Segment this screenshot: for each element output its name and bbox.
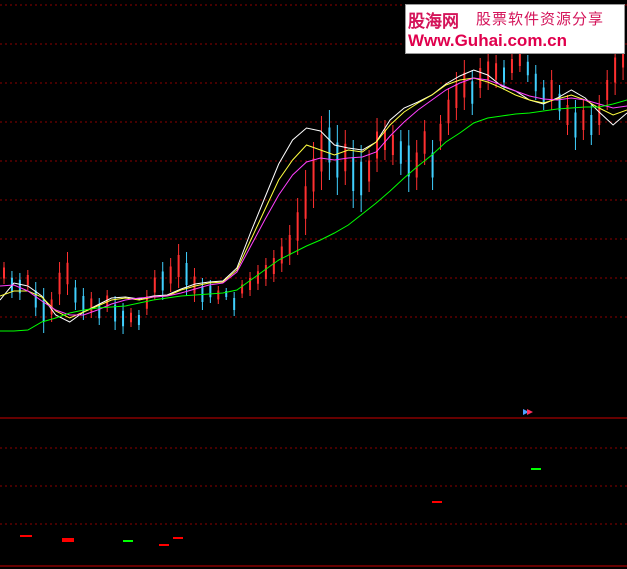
candle-body <box>534 73 537 92</box>
marker-arrow <box>527 409 533 415</box>
signal-mark <box>531 468 541 470</box>
candle-body <box>98 304 101 319</box>
candle-body <box>169 266 172 284</box>
candle-body <box>122 310 125 327</box>
candle-body <box>320 134 323 172</box>
candle-body <box>463 72 466 98</box>
candle-body <box>296 212 299 241</box>
candle-body <box>399 141 402 164</box>
candle-body <box>574 112 577 138</box>
candle-body <box>391 135 394 155</box>
signal-mark <box>173 537 183 539</box>
candle-body <box>161 271 164 291</box>
candle-body <box>479 68 482 88</box>
watermark-url: Www.Guhai.com.cn <box>408 31 567 50</box>
ma-line <box>0 99 627 332</box>
candle-body <box>526 61 529 76</box>
candle-body <box>431 152 434 178</box>
kline-chart <box>0 4 627 567</box>
candle-body <box>487 61 490 81</box>
candle-body <box>447 99 450 124</box>
candle-body <box>304 186 307 219</box>
candle-body <box>376 131 379 159</box>
candle-body <box>312 158 315 192</box>
candle-body <box>256 271 259 284</box>
candle-body <box>26 275 29 285</box>
signal-mark <box>123 540 133 542</box>
signal-mark <box>62 538 74 542</box>
candle-body <box>153 277 156 293</box>
signal-mark <box>20 535 32 537</box>
candle-body <box>129 312 132 323</box>
candle-body <box>518 54 521 66</box>
candle-body <box>74 287 77 303</box>
candle-body <box>590 115 593 135</box>
candle-body <box>368 160 371 182</box>
watermark-logo: 股海网 <box>408 12 459 32</box>
candle-body <box>233 298 236 310</box>
candle-body <box>582 110 585 130</box>
candle-body <box>288 235 291 255</box>
watermark-banner: 股海网 股票软件资源分享 Www.Guhai.com.cn <box>405 4 625 54</box>
candle-body <box>280 246 283 264</box>
candle-body <box>455 84 458 108</box>
candle-body <box>90 298 93 312</box>
candle-body <box>495 63 498 80</box>
candle-body <box>217 290 220 300</box>
candle-body <box>352 157 355 191</box>
candle-body <box>614 57 617 83</box>
signal-mark <box>159 544 169 546</box>
watermark-tagline: 股票软件资源分享 <box>476 10 605 28</box>
candle-body <box>185 263 188 285</box>
candle-body <box>177 255 180 277</box>
candle-body <box>58 272 61 295</box>
candle-body <box>3 267 5 279</box>
candle-body <box>34 290 37 308</box>
candle-body <box>503 67 506 83</box>
candle-body <box>439 123 442 142</box>
candle-body <box>407 145 410 177</box>
candle-body <box>471 81 474 104</box>
candle-body <box>328 127 331 163</box>
candle-body <box>383 130 386 150</box>
candle-body <box>209 285 212 298</box>
candle-body <box>606 80 609 100</box>
candle-body <box>510 59 513 73</box>
candle-body <box>137 315 140 325</box>
candle-body <box>542 87 545 103</box>
candle-body <box>415 152 418 178</box>
candle-body <box>423 131 426 154</box>
candle-body <box>66 262 69 285</box>
candle-body <box>550 80 553 100</box>
candle-body <box>264 265 267 279</box>
signal-mark <box>432 501 442 503</box>
candle-body <box>360 161 363 196</box>
candle-body <box>272 258 275 274</box>
